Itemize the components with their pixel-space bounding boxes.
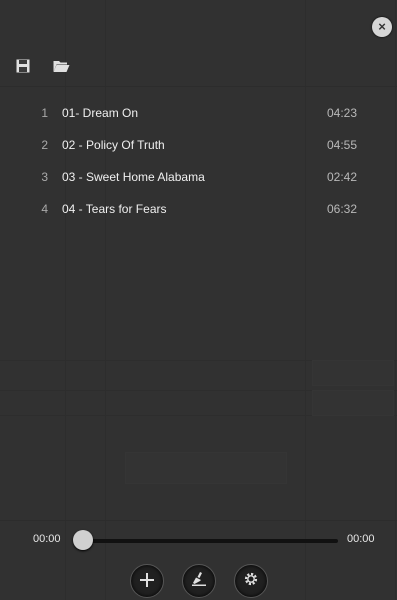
track-number: 1 [41,106,48,120]
settings-button[interactable] [233,564,268,598]
seek-bar-row: 00:00 00:00 [0,524,397,556]
track-duration: 06:32 [327,202,358,216]
track-number: 4 [41,202,48,216]
dim-overlay [0,0,397,600]
add-track-button[interactable] [129,564,164,598]
bottom-toolbar [0,562,397,600]
track-number: 3 [41,170,48,184]
playlist-toolbar [14,56,70,76]
toolbar-divider [0,86,397,87]
track-duration: 02:42 [327,170,358,184]
track-row[interactable]: 1 01- Dream On 04:23 [0,97,397,129]
seek-track[interactable] [73,539,338,543]
track-title: 03 - Sweet Home Alabama [62,170,205,184]
close-icon: × [378,19,386,34]
track-duration: 04:23 [327,106,358,120]
track-number: 2 [41,138,48,152]
current-time: 00:00 [33,533,61,545]
track-row[interactable]: 2 02 - Policy Of Truth 04:55 [0,129,397,161]
track-title: 02 - Policy Of Truth [62,138,165,152]
save-icon[interactable] [14,58,32,74]
track-title: 01- Dream On [62,106,139,120]
clear-playlist-button[interactable] [181,564,216,598]
folder-open-icon[interactable] [52,58,70,74]
broom-icon [191,571,207,592]
track-list: 1 01- Dream On 04:23 2 02 - Policy Of Tr… [0,97,397,225]
track-duration: 04:55 [327,138,358,152]
track-row[interactable]: 4 04 - Tears for Fears 06:32 [0,193,397,225]
total-time: 00:00 [347,533,375,545]
seek-divider [0,520,397,521]
track-row[interactable]: 3 03 - Sweet Home Alabama 02:42 [0,161,397,193]
gear-icon [243,571,259,592]
seek-handle[interactable] [73,530,93,550]
plus-icon [139,571,154,592]
playlist-dialog: × 1 01- Dream On 04:23 2 02 - Policy Of … [0,0,397,600]
close-button[interactable]: × [372,17,392,37]
track-title: 04 - Tears for Fears [62,202,167,216]
